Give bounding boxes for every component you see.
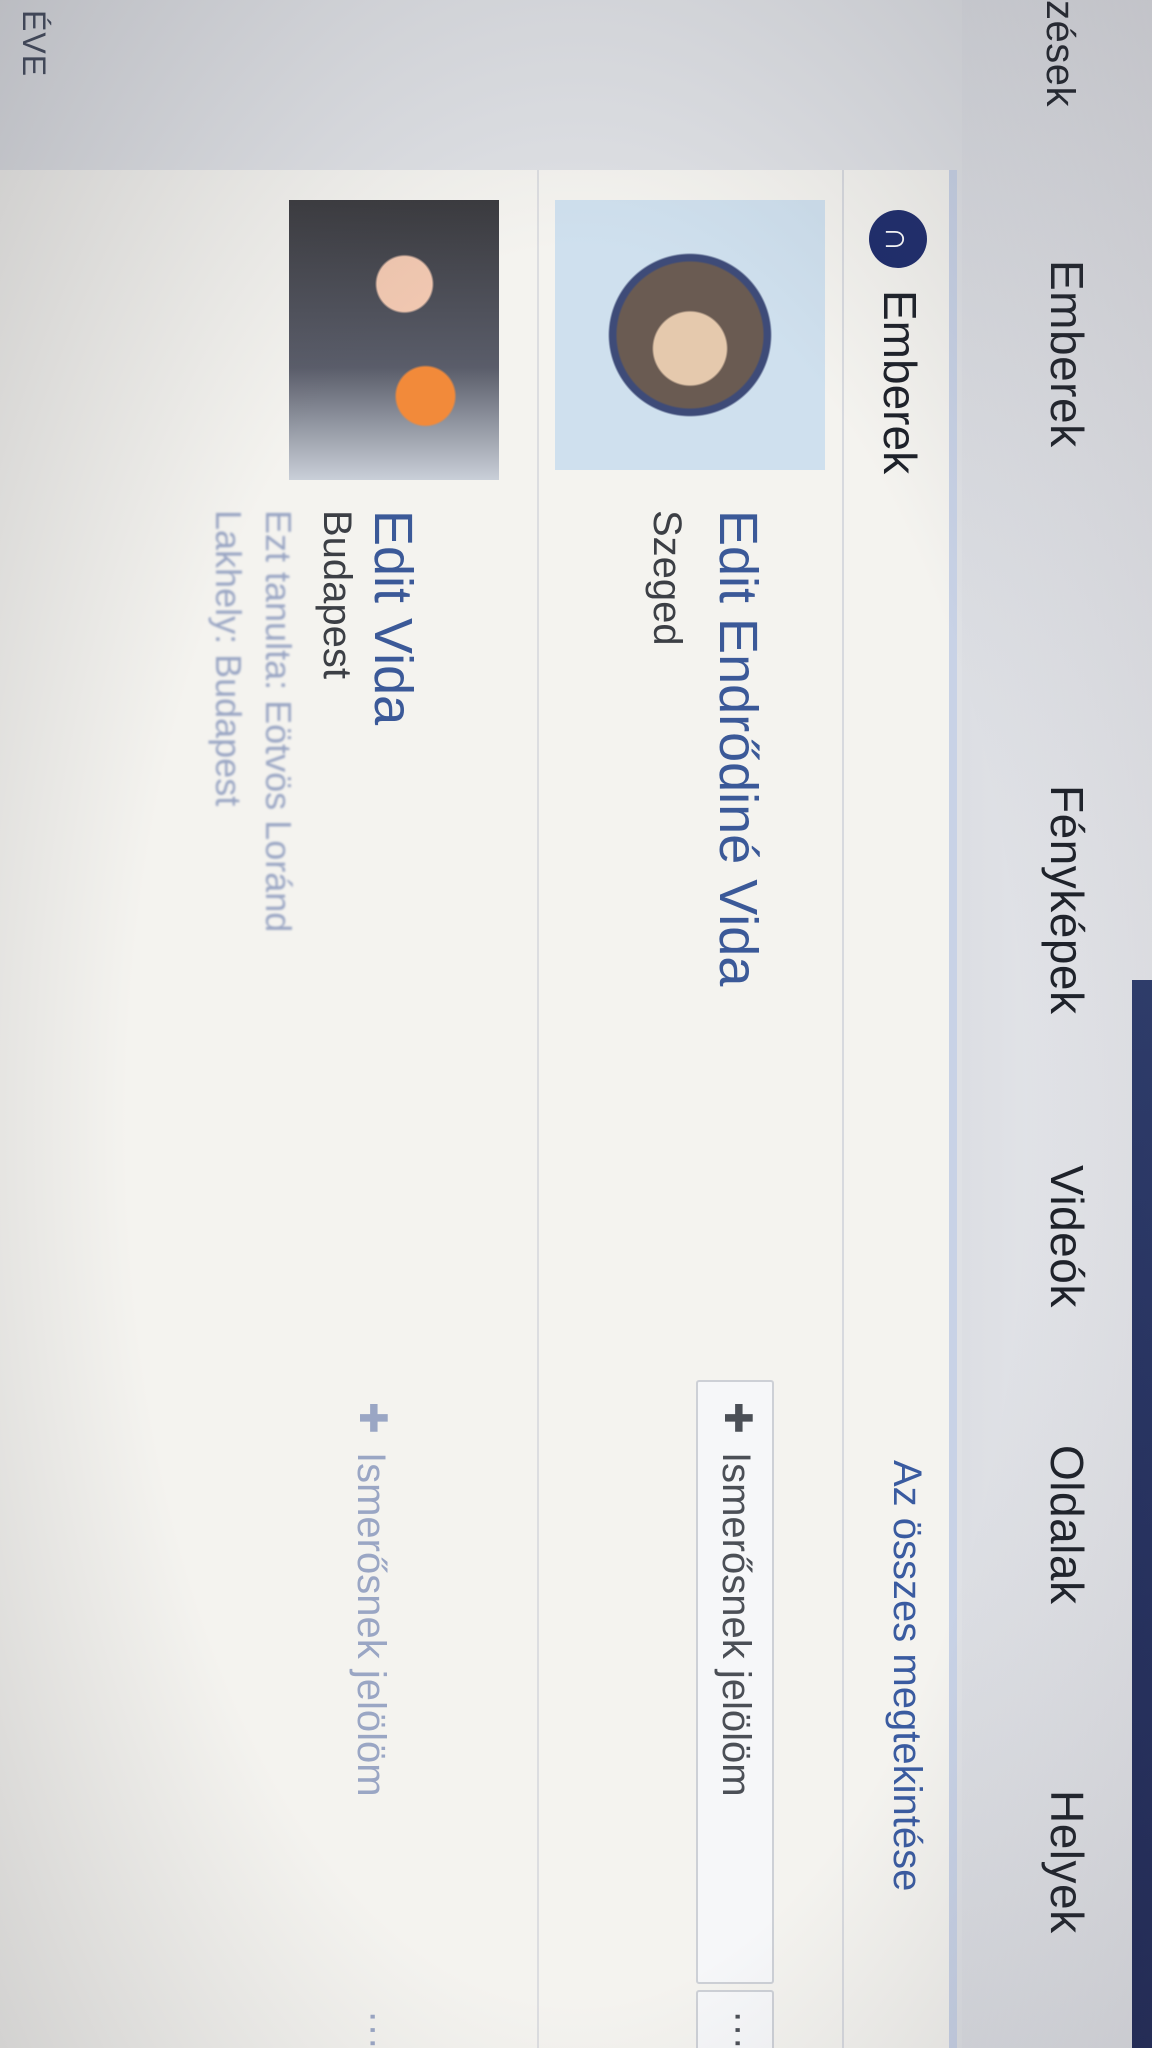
result-name-link[interactable]: Edit Vida	[362, 510, 424, 725]
result-city: Budapest	[315, 510, 359, 680]
top-nav-strip	[1132, 980, 1152, 2048]
result-city: Szeged	[645, 510, 689, 646]
add-friend-label: Ismerősnek jelölöm	[349, 1452, 393, 1797]
tab-videos[interactable]: Videók	[1040, 1165, 1094, 1308]
card-header: ∩ Emberek Az összes megtekintése	[842, 170, 949, 2048]
tab-pages[interactable]: Oldalak	[1040, 1445, 1094, 1604]
result-education: Ezt tanulta: Eötvös Loránd	[258, 510, 299, 933]
result-row: Edit Vida Budapest Ezt tanulta: Eötvös L…	[0, 170, 519, 2048]
result-name-link[interactable]: Edit Endrődiné Vida	[707, 510, 769, 986]
add-friend-label: Ismerősnek jelölöm	[714, 1452, 758, 1797]
add-friend-button[interactable]: ✚ Ismerősnek jelölöm	[331, 1380, 409, 1984]
tab-photos[interactable]: Fényképek	[1040, 785, 1094, 1015]
section-title: Emberek	[874, 290, 926, 475]
see-all-link[interactable]: Az összes megtekintése	[884, 1460, 929, 1891]
result-row: Edit Endrődiné Vida Szeged ✚ Ismerősnek …	[537, 170, 839, 2048]
search-results-page: zések Emberek Fényképek Videók Oldalak H…	[0, 0, 1152, 2048]
more-options-button[interactable]: ··· ▼	[331, 1990, 409, 2048]
people-icon: ∩	[869, 210, 927, 268]
more-options-button[interactable]: ··· ▼	[696, 1990, 774, 2048]
result-residence: Lakhely: Budapest	[208, 510, 249, 807]
tab-people[interactable]: Emberek	[1040, 260, 1094, 448]
add-friend-icon: ✚	[351, 1402, 393, 1434]
search-filter-tabs: zések Emberek Fényképek Videók Oldalak H…	[962, 0, 1152, 2048]
more-dots-icon: ···	[353, 2010, 397, 2048]
avatar[interactable]	[289, 200, 499, 480]
people-results-card: ∩ Emberek Az összes megtekintése Edit En…	[0, 170, 957, 2048]
tab-partial[interactable]: zések	[1037, 0, 1082, 107]
more-dots-icon: ···	[718, 2010, 762, 2048]
tab-places[interactable]: Helyek	[1040, 1790, 1094, 1934]
add-friend-icon: ✚	[716, 1402, 758, 1434]
sidebar-partial-label: ÉVE	[16, 10, 52, 78]
avatar[interactable]	[555, 200, 825, 470]
add-friend-button[interactable]: ✚ Ismerősnek jelölöm	[696, 1380, 774, 1984]
